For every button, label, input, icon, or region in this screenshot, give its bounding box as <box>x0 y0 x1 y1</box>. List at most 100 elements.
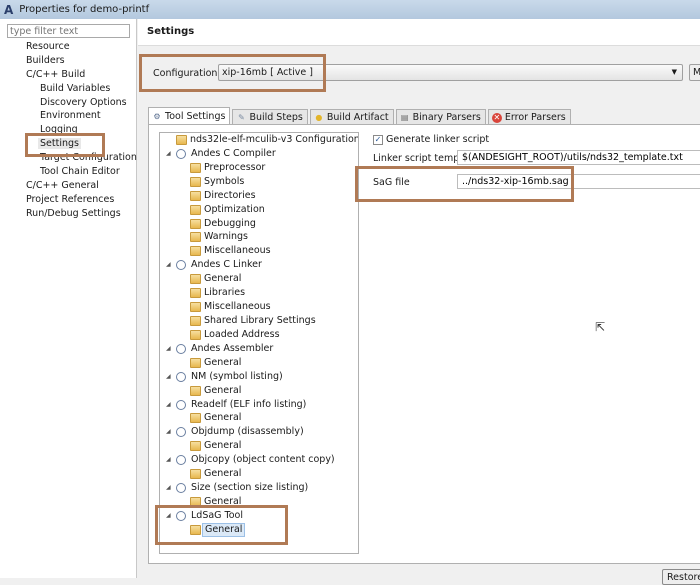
tool-gear-icon <box>176 427 186 438</box>
tree-item[interactable]: ◢ Objcopy (object content copy) <box>160 453 358 467</box>
tree-item[interactable]: ◢ Size (section size listing) <box>160 481 358 495</box>
tree-item-label: General <box>204 384 242 396</box>
tree-item[interactable]: Preprocessor <box>160 161 358 175</box>
tab-binary-parsers[interactable]: ▤ Binary Parsers <box>395 109 486 124</box>
expand-arrow-icon[interactable]: ◢ <box>166 398 171 412</box>
tree-item[interactable]: ◢ Andes C Compiler <box>160 147 358 161</box>
tool-gear-icon <box>176 148 186 159</box>
tree-item[interactable]: nds32le-elf-mculib-v3 Configurations <box>160 133 358 147</box>
tree-item-label: Miscellaneous <box>204 301 271 313</box>
expand-arrow-icon[interactable]: ◢ <box>166 481 171 495</box>
settings-page: Settings Configuration: xip-16mb [ Activ… <box>138 19 700 585</box>
tree-item[interactable]: ◢ Readelf (ELF info listing) <box>160 398 358 412</box>
gear-icon: ⚙ <box>153 111 161 121</box>
binary-icon: ▤ <box>400 112 409 122</box>
nav-item[interactable]: C/C++ Build <box>0 68 137 82</box>
tab-tool-settings[interactable]: ⚙ Tool Settings <box>148 107 231 124</box>
tree-item[interactable]: Shared Library Settings <box>160 314 358 328</box>
highlight-sag-file <box>355 166 574 202</box>
trophy-icon: ● <box>315 112 323 122</box>
tree-item[interactable]: Debugging <box>160 217 358 231</box>
option-folder-icon <box>190 288 201 299</box>
nav-item[interactable]: C/C++ General <box>0 179 137 193</box>
highlight-settings <box>25 133 105 157</box>
expand-arrow-icon[interactable]: ◢ <box>166 453 171 467</box>
tree-item-label: General <box>204 273 242 285</box>
tool-tree: nds32le-elf-mculib-v3 Configurations ◢ And… <box>159 132 359 554</box>
tool-gear-icon <box>176 455 186 466</box>
tab-label: Build Artifact <box>326 112 389 123</box>
linker-script-template-input[interactable] <box>457 150 700 165</box>
tree-item[interactable]: Miscellaneous <box>160 300 358 314</box>
option-folder-icon <box>190 413 201 424</box>
tree-item[interactable]: General <box>160 467 358 481</box>
nav-item[interactable]: Project References <box>0 193 137 207</box>
expand-arrow-icon[interactable]: ◢ <box>166 425 171 439</box>
option-folder-icon <box>190 218 201 229</box>
expand-arrow-icon[interactable]: ◢ <box>166 370 171 384</box>
nav-item[interactable]: Environment <box>0 109 137 123</box>
tree-item[interactable]: Symbols <box>160 175 358 189</box>
generate-linker-script-checkbox[interactable]: ✓ Generate linker script <box>373 134 489 145</box>
expand-arrow-icon[interactable]: ◢ <box>166 147 171 161</box>
tree-item[interactable]: Directories <box>160 189 358 203</box>
tree-item-label: Loaded Address <box>204 328 280 340</box>
checkbox-label: Generate linker script <box>386 134 490 145</box>
nav-item[interactable]: Resource <box>0 40 137 54</box>
tree-item[interactable]: General <box>160 439 358 453</box>
option-folder-icon <box>190 302 201 313</box>
tree-item[interactable]: ◢ Andes Assembler <box>160 342 358 356</box>
nav-item[interactable]: Builders <box>0 54 137 68</box>
title-bar: A Properties for demo-printf <box>0 0 700 19</box>
tree-item-label: Andes C Linker <box>191 259 262 271</box>
tree-item[interactable]: General <box>160 272 358 286</box>
nav-item[interactable]: Discovery Options <box>0 96 137 110</box>
tree-item[interactable]: General <box>160 411 358 425</box>
tree-item-label: Warnings <box>204 231 249 243</box>
tree-item-label: General <box>204 356 242 368</box>
nav-item[interactable]: Build Variables <box>0 82 137 96</box>
tree-item[interactable]: Warnings <box>160 230 358 244</box>
chevron-down-icon: ▼ <box>671 68 677 76</box>
tree-item[interactable]: Optimization <box>160 203 358 217</box>
tree-item-label: Directories <box>204 189 256 201</box>
sidebar: Resource Builders C/C++ Build Build Variabl… <box>0 19 137 578</box>
option-folder-icon <box>190 385 201 396</box>
tree-item[interactable]: Loaded Address <box>160 328 358 342</box>
nav-item-label: C/C++ Build <box>26 68 86 80</box>
filter-input[interactable] <box>7 24 130 38</box>
tree-item[interactable]: General <box>160 384 358 398</box>
expand-arrow-icon[interactable]: ◢ <box>166 258 171 272</box>
tree-item[interactable]: Miscellaneous <box>160 244 358 258</box>
nav-item[interactable]: Tool Chain Editor <box>0 165 137 179</box>
tab-error-parsers[interactable]: ✕ Error Parsers <box>487 109 571 124</box>
tree-item[interactable]: Libraries <box>160 286 358 300</box>
tab-build-artifact[interactable]: ● Build Artifact <box>309 109 394 124</box>
nav-item-label: Project References <box>26 193 115 205</box>
expand-arrow-icon[interactable]: ◢ <box>166 342 171 356</box>
app-logo: A <box>4 2 14 17</box>
tab-bar: ⚙ Tool Settings ✎ Build Steps ● Build Artifac… <box>148 107 573 124</box>
tree-item-label: Debugging <box>204 217 256 229</box>
manage-configurations-button[interactable]: M <box>689 64 700 81</box>
tree-item-label: General <box>204 412 242 424</box>
tab-label: Binary Parsers <box>412 112 481 123</box>
option-folder-icon <box>190 162 201 173</box>
tree-item[interactable]: ◢ NM (symbol listing) <box>160 370 358 384</box>
tree-item[interactable]: ◢ Objdump (disassembly) <box>160 425 358 439</box>
wrench-icon: ✎ <box>238 112 245 122</box>
tab-label: Tool Settings <box>165 111 226 122</box>
nav-item-label: Tool Chain Editor <box>40 166 120 178</box>
tab-build-steps[interactable]: ✎ Build Steps <box>232 109 308 124</box>
tree-item[interactable]: ◢ Andes C Linker <box>160 258 358 272</box>
nav-item[interactable]: Run/Debug Settings <box>0 207 137 221</box>
option-folder-icon <box>190 232 201 243</box>
tree-item[interactable]: General <box>160 356 358 370</box>
nav-item-label: Run/Debug Settings <box>26 207 121 219</box>
option-folder-icon <box>190 469 201 480</box>
nav-item-label: C/C++ General <box>26 179 99 191</box>
tool-gear-icon <box>176 399 186 410</box>
mouse-cursor-icon: ⇱ <box>595 320 606 334</box>
restore-defaults-button[interactable]: Restore <box>662 569 700 585</box>
nav-item-label: Build Variables <box>40 82 111 94</box>
